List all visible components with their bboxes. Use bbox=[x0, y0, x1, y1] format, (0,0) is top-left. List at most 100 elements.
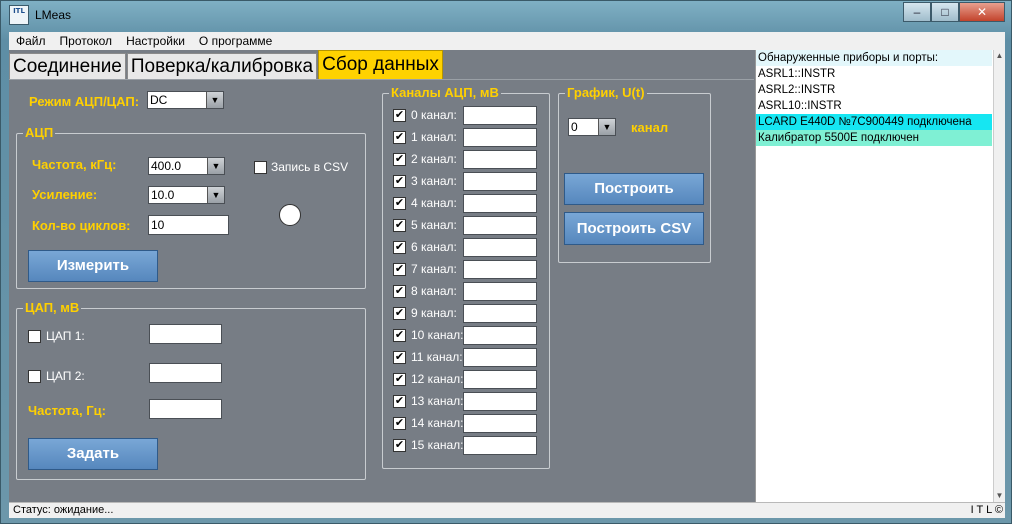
device-list-item[interactable]: Обнаруженные приборы и порты: bbox=[756, 50, 992, 66]
channel-checkbox[interactable]: ✔ bbox=[393, 175, 406, 188]
channel-value-input[interactable] bbox=[463, 282, 537, 301]
channel-checkbox[interactable]: ✔ bbox=[393, 307, 406, 320]
channel-value-input[interactable] bbox=[463, 238, 537, 257]
device-list-item[interactable]: ASRL1::INSTR bbox=[756, 66, 992, 82]
scroll-up-icon[interactable]: ▲ bbox=[994, 50, 1005, 62]
adc-group-title: АЦП bbox=[23, 125, 56, 140]
adc-frequency-label: Частота, кГц: bbox=[32, 157, 117, 172]
channel-value-input[interactable] bbox=[463, 128, 537, 147]
graph-channel-value: 0 bbox=[571, 120, 578, 134]
dac-frequency-label: Частота, Гц: bbox=[28, 403, 106, 418]
window-title: LMeas bbox=[35, 8, 72, 22]
graph-channel-select[interactable]: 0 ▼ bbox=[568, 118, 616, 136]
menu-file[interactable]: Файл bbox=[9, 34, 53, 48]
adc-gain-select[interactable]: 10.0 ▼ bbox=[148, 186, 225, 204]
minimize-button[interactable]: – bbox=[903, 2, 931, 22]
chevron-down-icon: ▼ bbox=[207, 158, 224, 174]
channel-checkbox[interactable]: ✔ bbox=[393, 109, 406, 122]
data-acquisition-panel: Режим АЦП/ЦАП: DC ▼ АЦП Частота, кГц: 40… bbox=[9, 79, 754, 497]
channel-value-input[interactable] bbox=[463, 304, 537, 323]
chevron-down-icon: ▼ bbox=[207, 187, 224, 203]
csv-record-label: Запись в CSV bbox=[271, 160, 349, 174]
channel-label: 3 канал: bbox=[411, 174, 457, 188]
channel-value-input[interactable] bbox=[463, 414, 537, 433]
build-csv-graph-button[interactable]: Построить CSV bbox=[564, 212, 704, 245]
channel-value-input[interactable] bbox=[463, 260, 537, 279]
channel-value-input[interactable] bbox=[463, 436, 537, 455]
channel-checkbox[interactable]: ✔ bbox=[393, 219, 406, 232]
device-list-item[interactable]: ASRL10::INSTR bbox=[756, 98, 992, 114]
title-bar[interactable]: ITL LMeas – □ ✕ bbox=[1, 1, 1011, 31]
channel-value-input[interactable] bbox=[463, 370, 537, 389]
channel-label: 15 канал: bbox=[411, 438, 464, 452]
channel-label: 12 канал: bbox=[411, 372, 464, 386]
channel-label: 4 канал: bbox=[411, 196, 457, 210]
tab-data-acquisition[interactable]: Сбор данных bbox=[318, 50, 443, 79]
app-logo-icon: ITL bbox=[9, 5, 29, 25]
channel-value-input[interactable] bbox=[463, 216, 537, 235]
dac-frequency-input[interactable] bbox=[149, 399, 222, 419]
maximize-button[interactable]: □ bbox=[931, 2, 959, 22]
dac2-input[interactable] bbox=[149, 363, 222, 383]
channel-label: 6 канал: bbox=[411, 240, 457, 254]
channel-value-input[interactable] bbox=[463, 348, 537, 367]
mode-select[interactable]: DC ▼ bbox=[147, 91, 224, 109]
channel-checkbox[interactable]: ✔ bbox=[393, 285, 406, 298]
dac2-checkbox[interactable] bbox=[28, 370, 41, 383]
channel-label: 2 канал: bbox=[411, 152, 457, 166]
dac-group-title: ЦАП, мВ bbox=[23, 300, 82, 315]
channel-checkbox[interactable]: ✔ bbox=[393, 417, 406, 430]
menu-settings[interactable]: Настройки bbox=[119, 34, 192, 48]
channel-value-input[interactable] bbox=[463, 326, 537, 345]
channel-checkbox[interactable]: ✔ bbox=[393, 241, 406, 254]
channel-label: 13 канал: bbox=[411, 394, 464, 408]
channel-label: 14 канал: bbox=[411, 416, 464, 430]
menu-protocol[interactable]: Протокол bbox=[53, 34, 120, 48]
dac1-checkbox[interactable] bbox=[28, 330, 41, 343]
device-list-item[interactable]: LCARD E440D №7C900449 подключена bbox=[756, 114, 992, 130]
channel-checkbox[interactable]: ✔ bbox=[393, 131, 406, 144]
channel-checkbox[interactable]: ✔ bbox=[393, 395, 406, 408]
channel-checkbox[interactable]: ✔ bbox=[393, 197, 406, 210]
channel-value-input[interactable] bbox=[463, 392, 537, 411]
adc-frequency-select[interactable]: 400.0 ▼ bbox=[148, 157, 225, 175]
channel-checkbox[interactable]: ✔ bbox=[393, 373, 406, 386]
channel-label: 7 канал: bbox=[411, 262, 457, 276]
menu-bar: Файл Протокол Настройки О программе bbox=[9, 32, 1005, 50]
chevron-down-icon: ▼ bbox=[598, 119, 615, 135]
adc-group: АЦП Частота, кГц: 400.0 ▼ Запись в CSV У… bbox=[16, 125, 366, 289]
measure-button[interactable]: Измерить bbox=[28, 250, 158, 282]
menu-about[interactable]: О программе bbox=[192, 34, 279, 48]
channels-group: Каналы АЦП, мВ ✔ 0 канал: ✔ 1 канал: ✔ 2 кана… bbox=[382, 85, 550, 469]
dac-group: ЦАП, мВ ЦАП 1: ЦАП 2: Частота, Гц: Задат… bbox=[16, 300, 366, 480]
channel-value-input[interactable] bbox=[463, 194, 537, 213]
tab-calibration[interactable]: Поверка/калибровка bbox=[126, 53, 318, 79]
channel-checkbox[interactable]: ✔ bbox=[393, 351, 406, 364]
status-indicator-led bbox=[279, 204, 301, 226]
channel-checkbox[interactable]: ✔ bbox=[393, 153, 406, 166]
adc-cycles-input[interactable]: 10 bbox=[148, 215, 229, 235]
channel-checkbox[interactable]: ✔ bbox=[393, 329, 406, 342]
tab-strip: Соединение Поверка/калибровка Сбор данны… bbox=[9, 50, 444, 79]
channel-label: 9 канал: bbox=[411, 306, 457, 320]
csv-record-checkbox[interactable] bbox=[254, 161, 267, 174]
channel-value-input[interactable] bbox=[463, 172, 537, 191]
channel-value-input[interactable] bbox=[463, 106, 537, 125]
device-list-scrollbar[interactable]: ▲ ▼ bbox=[993, 50, 1005, 502]
scroll-down-icon[interactable]: ▼ bbox=[994, 490, 1005, 502]
channel-checkbox[interactable]: ✔ bbox=[393, 263, 406, 276]
device-list-item[interactable]: Калибратор 5500E подключен bbox=[756, 130, 992, 146]
device-list-item[interactable]: ASRL2::INSTR bbox=[756, 82, 992, 98]
close-button[interactable]: ✕ bbox=[959, 2, 1005, 22]
build-graph-button[interactable]: Построить bbox=[564, 173, 704, 205]
copyright-label: I T L © bbox=[970, 504, 1003, 516]
dac1-input[interactable] bbox=[149, 324, 222, 344]
channel-value-input[interactable] bbox=[463, 150, 537, 169]
graph-group-title: График, U(t) bbox=[565, 85, 647, 100]
channel-checkbox[interactable]: ✔ bbox=[393, 439, 406, 452]
graph-group: График, U(t) 0 ▼ канал Построить Построи… bbox=[558, 85, 711, 263]
device-list[interactable]: Обнаруженные приборы и порты: ASRL1::INST… bbox=[755, 50, 1005, 502]
tab-connection[interactable]: Соединение bbox=[9, 53, 126, 79]
adc-gain-value: 10.0 bbox=[151, 188, 175, 202]
set-button[interactable]: Задать bbox=[28, 438, 158, 470]
